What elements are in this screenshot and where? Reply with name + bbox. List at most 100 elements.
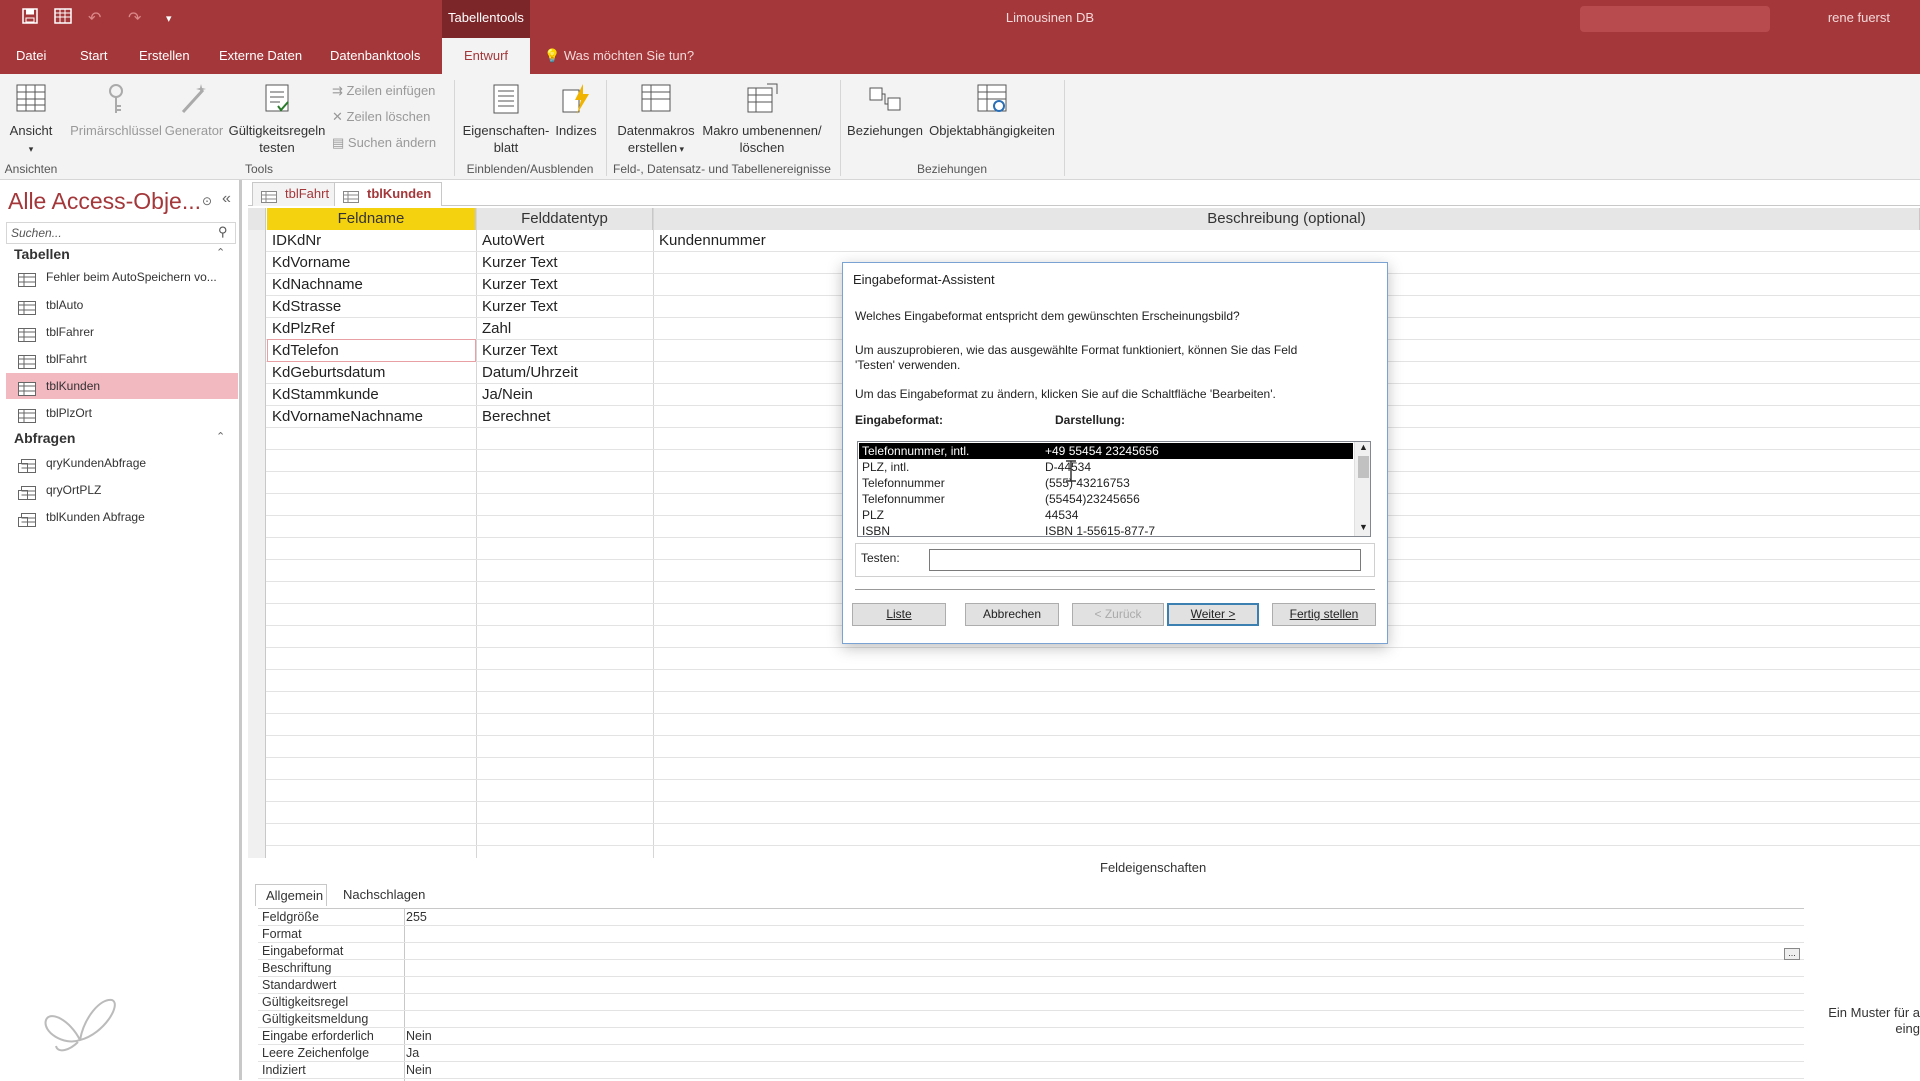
redo-icon[interactable]: ↷: [128, 8, 141, 28]
property-row[interactable]: Eingabeformat: [258, 943, 1804, 960]
zeilen-einfuegen-button[interactable]: ⇉ Zeilen einfügen: [332, 82, 435, 100]
data-type-cell[interactable]: Ja/Nein: [478, 384, 652, 405]
datasheet-icon[interactable]: [54, 8, 72, 29]
nav-item-table[interactable]: tblFahrer: [6, 319, 238, 345]
tab-entwurf[interactable]: Entwurf: [442, 38, 530, 74]
datenmakros-erstellen-button[interactable]: Datenmakros erstellen ▾: [612, 82, 700, 158]
input-mask-option[interactable]: Telefonnummer (555) 43216753: [859, 475, 1353, 491]
property-row[interactable]: Standardwert: [258, 977, 1804, 994]
zurueck-button[interactable]: < Zurück: [1072, 603, 1164, 626]
property-row[interactable]: Format: [258, 926, 1804, 943]
nav-item-table-selected[interactable]: tblKunden: [6, 373, 238, 399]
tab-start[interactable]: Start: [66, 38, 121, 74]
column-header-beschreibung[interactable]: Beschreibung (optional): [654, 208, 1920, 230]
scroll-down-icon[interactable]: ▼: [1359, 522, 1368, 532]
nav-section-queries[interactable]: Abfragen: [14, 430, 75, 446]
field-name-cell[interactable]: KdStammkunde: [268, 384, 475, 405]
fertig-stellen-button[interactable]: Fertig stellen: [1272, 603, 1376, 626]
nav-section-tables[interactable]: Tabellen: [14, 246, 70, 262]
input-mask-option[interactable]: PLZ 44534: [859, 507, 1353, 523]
tab-nachschlagen[interactable]: Nachschlagen: [333, 884, 435, 906]
beziehungen-button[interactable]: Beziehungen: [846, 82, 924, 139]
tab-allgemein[interactable]: Allgemein: [255, 884, 327, 906]
makro-umbenennen-loeschen-button[interactable]: Makro umbenennen/löschen: [700, 82, 824, 156]
property-row[interactable]: Gültigkeitsregel: [258, 994, 1804, 1011]
column-header-feldname[interactable]: Feldname: [267, 208, 476, 230]
scroll-thumb[interactable]: [1358, 456, 1369, 478]
tab-datei[interactable]: Datei: [2, 38, 60, 74]
doc-tab-tblfahrt[interactable]: tblFahrt: [252, 182, 341, 206]
scroll-up-icon[interactable]: ▲: [1359, 442, 1368, 452]
field-name-cell[interactable]: KdGeburtsdatum: [268, 362, 475, 383]
field-name-cell[interactable]: KdTelefon: [267, 339, 476, 362]
property-value[interactable]: Nein: [406, 1062, 432, 1079]
nav-item-query[interactable]: qryKundenAbfrage: [6, 450, 238, 476]
property-row[interactable]: Feldgröße 255: [258, 909, 1804, 926]
collapse-section-icon[interactable]: ⌃: [216, 430, 225, 443]
table-row[interactable]: [248, 824, 1920, 846]
primaerschluessel-button[interactable]: Primärschlüssel: [70, 82, 162, 139]
liste-button[interactable]: Liste: [852, 603, 946, 626]
nav-menu-dropdown-icon[interactable]: ⊙: [202, 194, 212, 208]
table-row[interactable]: [248, 758, 1920, 780]
table-row[interactable]: [248, 802, 1920, 824]
test-input[interactable]: [929, 549, 1361, 571]
nav-search-input[interactable]: Suchen...: [6, 222, 236, 244]
table-row[interactable]: IDKdNr AutoWert Kundennummer: [248, 230, 1920, 252]
nav-pane-title[interactable]: Alle Access-Obje...: [8, 188, 201, 215]
nav-item-query[interactable]: qryOrtPLZ: [6, 477, 238, 503]
table-row[interactable]: [248, 736, 1920, 758]
customize-qat-icon[interactable]: ▾: [166, 12, 172, 25]
tab-datenbanktools[interactable]: Datenbanktools: [316, 38, 434, 74]
field-name-cell[interactable]: KdNachname: [268, 274, 475, 295]
indizes-button[interactable]: Indizes: [552, 82, 600, 139]
property-row[interactable]: Eingabe erforderlich Nein: [258, 1028, 1804, 1045]
data-type-cell[interactable]: AutoWert: [478, 230, 652, 251]
table-row[interactable]: [248, 670, 1920, 692]
tell-me-search[interactable]: 💡 Was möchten Sie tun?: [544, 38, 694, 74]
nav-item-table[interactable]: Fehler beim AutoSpeichern vo...: [6, 264, 238, 290]
description-cell[interactable]: Kundennummer: [655, 230, 1915, 251]
data-type-cell[interactable]: Berechnet: [478, 406, 652, 427]
field-name-cell[interactable]: KdVorname: [268, 252, 475, 273]
list-scrollbar[interactable]: ▲ ▼: [1354, 442, 1370, 536]
objektabhaengigkeiten-button[interactable]: Objektabhängigkeiten: [926, 82, 1058, 139]
input-mask-option[interactable]: Telefonnummer, intl. +49 55454 23245656: [859, 443, 1353, 459]
field-name-cell[interactable]: KdStrasse: [268, 296, 475, 317]
field-name-cell[interactable]: IDKdNr: [268, 230, 475, 251]
property-value[interactable]: Ja: [406, 1045, 419, 1062]
gueltigkeitsregeln-testen-button[interactable]: Gültigkeitsregeln testen: [226, 82, 328, 156]
build-ellipsis-button[interactable]: ...: [1784, 948, 1800, 960]
table-row[interactable]: [248, 780, 1920, 802]
column-header-felddatentyp[interactable]: Felddatentyp: [477, 208, 653, 230]
property-value[interactable]: 255: [406, 909, 427, 926]
data-type-cell[interactable]: Kurzer Text: [478, 252, 652, 273]
nav-item-table[interactable]: tblAuto: [6, 292, 238, 318]
table-row[interactable]: [248, 648, 1920, 670]
input-mask-option[interactable]: PLZ, intl. D-44534: [859, 459, 1353, 475]
input-mask-option[interactable]: Telefonnummer (55454)23245656: [859, 491, 1353, 507]
data-type-cell[interactable]: Kurzer Text: [478, 274, 652, 295]
nav-item-query[interactable]: tblKunden Abfrage: [6, 504, 238, 530]
suchen-aendern-button[interactable]: ▤ Suchen ändern: [332, 134, 436, 152]
field-name-cell[interactable]: KdPlzRef: [268, 318, 475, 339]
tab-externe-daten[interactable]: Externe Daten: [205, 38, 316, 74]
table-row[interactable]: [248, 692, 1920, 714]
collapse-pane-icon[interactable]: «: [222, 190, 231, 208]
data-type-cell[interactable]: Kurzer Text: [478, 340, 652, 361]
property-row[interactable]: Leere Zeichenfolge Ja: [258, 1045, 1804, 1062]
abbrechen-button[interactable]: Abbrechen: [965, 603, 1059, 626]
ansicht-button[interactable]: Ansicht ▾: [6, 82, 56, 158]
property-value[interactable]: Nein: [406, 1028, 432, 1045]
property-row[interactable]: Beschriftung: [258, 960, 1804, 977]
eigenschaftenblatt-button[interactable]: Eigenschaften-blatt: [460, 82, 552, 156]
zeilen-loeschen-button[interactable]: ✕ Zeilen löschen: [332, 108, 430, 126]
property-row[interactable]: Gültigkeitsmeldung: [258, 1011, 1804, 1028]
collapse-section-icon[interactable]: ⌃: [216, 246, 225, 259]
search-icon[interactable]: ⚲: [218, 224, 228, 240]
weiter-button[interactable]: Weiter >: [1167, 603, 1259, 626]
data-type-cell[interactable]: Datum/Uhrzeit: [478, 362, 652, 383]
input-mask-option[interactable]: ISBN ISBN 1-55615-877-7: [859, 523, 1353, 536]
data-type-cell[interactable]: Kurzer Text: [478, 296, 652, 317]
property-row[interactable]: Indiziert Nein: [258, 1062, 1804, 1079]
